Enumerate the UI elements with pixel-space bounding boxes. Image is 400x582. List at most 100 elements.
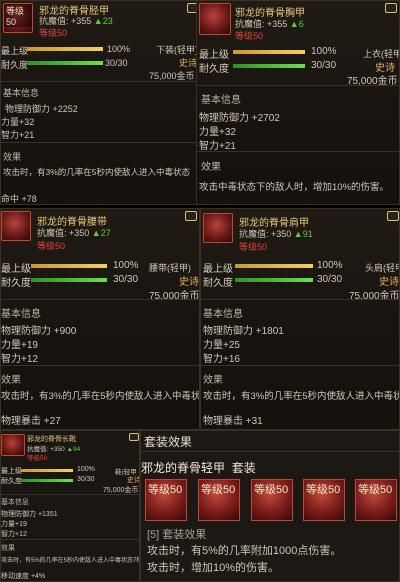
grade-bar (31, 264, 107, 268)
item-icon (203, 213, 233, 243)
durability-label: 耐久度 (1, 278, 31, 289)
durability-label: 耐久度 (1, 60, 29, 70)
set-item-slot[interactable]: 等级50 (251, 479, 293, 521)
grade-percent: 100% (77, 466, 95, 473)
item-icon (1, 211, 31, 241)
set-item-slot[interactable]: 等级50 (355, 479, 397, 521)
level-requirement: 等级50 (239, 242, 268, 252)
stat-strength: 力量+32 (1, 117, 35, 127)
effect-text: 攻击时，有3%的几率在5秒内使敌人进入中毒状态 (1, 391, 200, 402)
grade-percent: 100% (113, 260, 139, 271)
grade-label: 最上级 (203, 264, 233, 275)
item-tooltip-boots: 邪龙的脊骨长靴 抗魔值: +350 ▲94 等级50 最上级 100% 鞋(轻甲… (0, 430, 140, 582)
item-tooltip-belt: 邪龙的脊骨腰带 抗魔值: +350 ▲27 等级50 最上级 100% 腰带(轻… (0, 208, 200, 430)
set-bonus-line: 攻击时，有5%的几率附加1000点伤害。 (147, 545, 342, 557)
grade-bar (233, 50, 305, 54)
stat-intelligence: 智力+21 (199, 141, 236, 152)
durability-value: 30/30 (113, 274, 139, 285)
divider (1, 539, 139, 540)
level-requirement: 等级50 (235, 31, 264, 41)
extra-stat: 命中 +78 (1, 194, 37, 204)
durability-bar (21, 479, 73, 482)
effect-title: 效果 (203, 375, 223, 386)
stat-defense: 物理防御力 +900 (1, 326, 77, 337)
durability-bar (235, 278, 313, 282)
set-item-slot[interactable]: 等级50 (303, 479, 345, 521)
compare-icon[interactable] (129, 433, 139, 441)
grade-percent: 100% (311, 46, 337, 57)
item-icon (1, 434, 25, 456)
item-slot: 下装(轻甲) (156, 45, 198, 55)
durability-bar (27, 61, 103, 65)
effect-title: 效果 (201, 162, 221, 173)
divider (201, 299, 399, 300)
effect-text: 攻击时，有5%的几率在5秒内使敌人进入中毒状态7秒。 (1, 558, 140, 564)
effect-text: 攻击中毒状态下的敌人时，增加10%的伤害。 (199, 182, 390, 193)
item-icon: 等级50 (3, 3, 33, 33)
divider (1, 81, 199, 82)
divider (197, 151, 399, 152)
set-item-slot[interactable]: 等级50 (145, 479, 187, 521)
basic-info-title: 基本信息 (203, 309, 243, 320)
resist-value: 抗魔值: +350 ▲27 (37, 228, 111, 238)
extra-stat: 物理暴击 +31 (203, 416, 263, 427)
divider (1, 142, 199, 143)
stat-defense: 物理防御力 +2702 (199, 113, 280, 124)
durability-value: 30/30 (317, 274, 343, 285)
effect-title: 效果 (3, 152, 22, 162)
divider (201, 365, 399, 366)
stat-intelligence: 智力+12 (1, 354, 38, 365)
level-requirement: 等级50 (37, 241, 66, 251)
level-requirement: 等级50 (27, 455, 48, 462)
grade-bar (235, 264, 313, 268)
basic-info-title: 基本信息 (201, 95, 241, 106)
compare-icon[interactable] (387, 211, 399, 221)
divider (1, 299, 199, 300)
durability-label: 耐久度 (1, 478, 22, 485)
set-bonus-title: [5] 套装效果 (147, 529, 207, 541)
rarity-label: 史诗 (179, 277, 199, 288)
stat-defense: 物理防御力 +1351 (1, 511, 58, 518)
stat-defense: 物理防御力 +2252 (5, 104, 78, 114)
basic-info-title: 基本信息 (1, 499, 29, 506)
stat-strength: 力量+19 (1, 521, 27, 528)
set-bonus-panel: 套装效果 邪龙的脊骨轻甲 套装 等级50 等级50 等级50 等级50 等级50… (140, 430, 400, 582)
stat-intelligence: 智力+16 (203, 354, 240, 365)
basic-info-title: 基本信息 (3, 88, 40, 98)
rarity-label: 史诗 (379, 277, 399, 288)
effect-title: 效果 (1, 375, 21, 386)
compare-icon[interactable] (185, 211, 197, 221)
divider (141, 451, 399, 452)
level-requirement: 等级50 (39, 28, 68, 38)
compare-icon[interactable] (385, 3, 397, 13)
item-tooltip-shoulder: 邪龙的脊骨肩甲 抗魔值: +350 ▲91 等级50 最上级 100% 头肩(轻… (200, 208, 400, 430)
durability-value: 30/30 (105, 58, 128, 68)
resist-value: 抗魔值: +350 ▲91 (239, 229, 313, 239)
grade-percent: 100% (317, 260, 343, 271)
grade-label: 最上级 (199, 50, 229, 61)
divider (1, 365, 199, 366)
item-tooltip-shin-armor: 等级50 邪龙的脊骨胫甲 抗魔值: +355 ▲23 等级50 最上级 100%… (0, 0, 200, 205)
stat-strength: 力量+32 (199, 127, 236, 138)
set-panel-title: 套装效果 (144, 435, 193, 449)
stat-intelligence: 智力+12 (1, 531, 27, 538)
grade-bar (21, 469, 73, 472)
stat-intelligence: 智力+21 (1, 130, 35, 140)
grade-label: 最上级 (1, 46, 29, 56)
durability-label: 耐久度 (203, 278, 233, 289)
divider (1, 494, 139, 495)
extra-stat: 移动速度 +4% (1, 573, 46, 580)
extra-stat: 物理暴击 +27 (1, 416, 61, 427)
grade-percent: 100% (107, 44, 131, 54)
durability-value: 30/30 (311, 60, 337, 71)
set-item-slot[interactable]: 等级50 (198, 479, 240, 521)
effect-text: 攻击时，有3%的几率在5秒内使敌人进入中毒状态 (203, 391, 400, 402)
divider (197, 85, 399, 86)
rarity-label: 史诗 (179, 58, 198, 68)
effect-text: 攻击时，有3%的几率在5秒内使敌人进入中毒状态 (3, 167, 191, 177)
basic-info-title: 基本信息 (1, 309, 41, 320)
set-bonus-line: 攻击时，增加10%的伤害。 (147, 562, 280, 574)
durability-bar (233, 64, 305, 68)
effect-title: 效果 (1, 545, 15, 552)
set-name: 邪龙的脊骨轻甲 套装 (141, 461, 256, 475)
